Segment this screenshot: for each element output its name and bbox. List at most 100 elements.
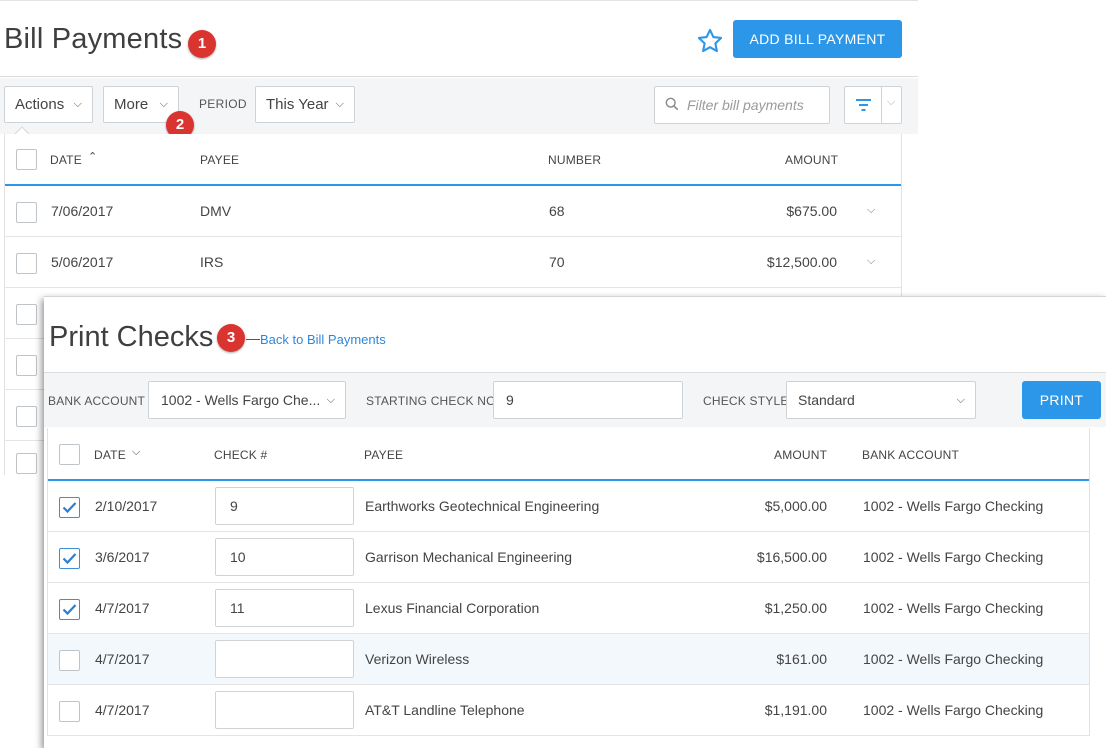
filter-icon	[856, 99, 871, 111]
print-button[interactable]: PRINT	[1022, 381, 1101, 419]
table-row[interactable]: 4/7/2017 Verizon Wireless $161.00 1002 -…	[48, 634, 1089, 685]
row-payee: Earthworks Geotechnical Engineering	[365, 498, 600, 514]
row-date: 4/7/2017	[95, 702, 150, 718]
chevron-down-icon[interactable]: ⌵	[867, 255, 875, 268]
sort-desc-icon[interactable]: ⌵	[132, 446, 141, 459]
sort-asc-icon[interactable]: ⌃	[88, 150, 97, 163]
favorite-star-icon[interactable]	[696, 27, 724, 55]
row-checkbox[interactable]	[59, 701, 80, 722]
starting-check-value: 9	[506, 392, 514, 408]
row-date: 3/6/2017	[95, 549, 150, 565]
row-payee: DMV	[200, 203, 232, 219]
row-checkbox[interactable]	[16, 406, 37, 427]
check-style-select[interactable]: Standard ⌵	[786, 381, 976, 419]
row-date: 2/10/2017	[95, 498, 158, 514]
row-amount: $161.00	[776, 651, 827, 667]
actions-dropdown[interactable]: Actions ⌵	[4, 86, 93, 123]
select-all-checkbox[interactable]	[59, 444, 80, 465]
table-row[interactable]: 4/7/2017 AT&T Landline Telephone $1,191.…	[48, 685, 1089, 736]
row-number: 68	[549, 203, 565, 219]
step-badge-3: 3	[217, 324, 245, 352]
filter-button[interactable]: ⌵	[844, 86, 902, 124]
row-date: 7/06/2017	[51, 203, 114, 219]
column-header-payee[interactable]: PAYEE	[364, 448, 403, 462]
row-payee: Garrison Mechanical Engineering	[365, 549, 572, 565]
chevron-down-icon: ⌵	[326, 394, 335, 406]
table-row[interactable]: 4/7/2017 11 Lexus Financial Corporation …	[48, 583, 1089, 634]
row-date: 4/7/2017	[95, 651, 150, 667]
table-row[interactable]: 5/06/2017 IRS 70 $12,500.00 ⌵	[5, 237, 901, 288]
row-amount: $16,500.00	[756, 549, 827, 565]
checkmark-icon	[62, 553, 77, 565]
period-label: PERIOD	[199, 97, 247, 111]
table-header: DATE ⌃ PAYEE NUMBER AMOUNT	[5, 134, 901, 186]
chevron-down-icon: ⌵	[335, 98, 344, 110]
row-checkbox[interactable]	[59, 548, 80, 569]
row-checkbox[interactable]	[16, 253, 37, 274]
row-payee: AT&T Landline Telephone	[365, 702, 525, 718]
check-number-input[interactable]	[215, 691, 354, 729]
row-checkbox[interactable]	[59, 599, 80, 620]
chevron-down-icon[interactable]: ⌵	[887, 96, 895, 109]
actions-label: Actions	[15, 96, 65, 113]
bank-account-value: 1002 - Wells Fargo Che...	[161, 392, 321, 408]
column-header-date[interactable]: DATE	[94, 448, 126, 462]
chevron-down-icon[interactable]: ⌵	[867, 204, 875, 217]
column-header-bank-account[interactable]: BANK ACCOUNT	[862, 448, 959, 462]
pointer-line	[246, 339, 260, 340]
row-amount: $1,191.00	[764, 702, 827, 718]
row-checkbox[interactable]	[59, 650, 80, 671]
check-number-input[interactable]: 9	[215, 487, 354, 525]
column-header-date[interactable]: DATE	[50, 153, 82, 167]
row-payee: Verizon Wireless	[365, 651, 470, 667]
back-link-label: Back to Bill Payments	[260, 332, 386, 347]
starting-check-input[interactable]: 9	[493, 381, 683, 419]
checkmark-icon	[62, 502, 77, 514]
bank-account-select[interactable]: 1002 - Wells Fargo Che... ⌵	[148, 381, 346, 419]
table-header: DATE ⌵ CHECK # PAYEE AMOUNT BANK ACCOUNT	[48, 428, 1089, 481]
column-header-check-number[interactable]: CHECK #	[214, 448, 267, 462]
check-style-value: Standard	[798, 392, 855, 408]
row-checkbox[interactable]	[16, 453, 37, 474]
column-header-amount[interactable]: AMOUNT	[774, 448, 827, 462]
column-header-amount[interactable]: AMOUNT	[785, 153, 838, 167]
row-date: 5/06/2017	[51, 254, 114, 270]
table-row[interactable]: 3/6/2017 10 Garrison Mechanical Engineer…	[48, 532, 1089, 583]
row-amount: $1,250.00	[764, 600, 827, 616]
back-to-bill-payments-link[interactable]: Back to Bill Payments	[246, 332, 386, 347]
column-header-payee[interactable]: PAYEE	[200, 153, 239, 167]
column-header-number[interactable]: NUMBER	[548, 153, 601, 167]
select-all-checkbox[interactable]	[16, 149, 37, 170]
check-number-input[interactable]: 10	[215, 538, 354, 576]
search-placeholder: Filter bill payments	[687, 97, 804, 113]
row-bank-account: 1002 - Wells Fargo Checking	[863, 600, 1044, 616]
row-checkbox[interactable]	[59, 497, 80, 518]
row-payee: IRS	[200, 254, 224, 270]
checkmark-icon	[62, 604, 77, 616]
add-bill-payment-button[interactable]: ADD BILL PAYMENT	[733, 20, 902, 58]
search-icon	[665, 97, 679, 111]
period-value: This Year	[266, 96, 329, 113]
table-row[interactable]: 7/06/2017 DMV 68 $675.00 ⌵	[5, 186, 901, 237]
row-checkbox[interactable]	[16, 304, 37, 325]
row-number: 70	[549, 254, 565, 270]
step-badge-1: 1	[188, 30, 216, 58]
row-bank-account: 1002 - Wells Fargo Checking	[863, 498, 1044, 514]
print-checks-panel: Print Checks 3 Back to Bill Payments BAN…	[44, 296, 1106, 748]
row-checkbox[interactable]	[16, 355, 37, 376]
row-bank-account: 1002 - Wells Fargo Checking	[863, 651, 1044, 667]
starting-check-label: STARTING CHECK NO	[366, 394, 496, 408]
bill-payments-header: Bill Payments 1 ADD BILL PAYMENT	[0, 1, 918, 77]
filter-bill-payments-input[interactable]: Filter bill payments	[654, 86, 830, 124]
row-payee: Lexus Financial Corporation	[365, 600, 540, 616]
row-checkbox[interactable]	[16, 202, 37, 223]
row-amount: $5,000.00	[764, 498, 827, 514]
page-title: Bill Payments	[4, 23, 183, 55]
check-number-input[interactable]	[215, 640, 354, 678]
period-dropdown[interactable]: This Year ⌵	[255, 86, 355, 123]
chevron-down-icon: ⌵	[159, 98, 168, 110]
split-divider	[881, 87, 882, 123]
table-row[interactable]: 2/10/2017 9 Earthworks Geotechnical Engi…	[48, 481, 1089, 532]
dropdown-notch	[12, 122, 32, 136]
check-number-input[interactable]: 11	[215, 589, 354, 627]
